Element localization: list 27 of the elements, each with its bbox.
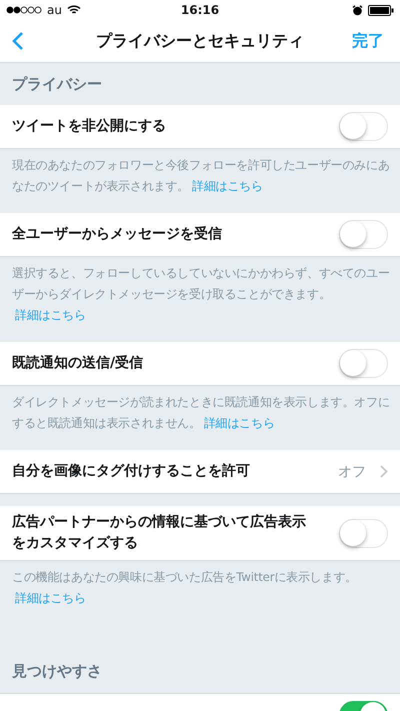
learn-more-link[interactable]: 詳細はこちら: [15, 308, 86, 322]
setting-description: この機能はあなたの興味に基づいた広告をTwitterに表示します。 詳細はこちら: [12, 569, 358, 607]
chevron-icon: [380, 465, 388, 478]
learn-more-link[interactable]: 詳細はこちら: [192, 179, 263, 193]
learn-more-link[interactable]: 詳細はこちら: [15, 591, 86, 605]
wifi-icon: [66, 5, 81, 15]
section-header: 見つけやすさ: [12, 662, 102, 681]
learn-more-link[interactable]: 詳細はこちら: [204, 416, 275, 430]
section-header: プライバシー: [12, 74, 102, 94]
setting-label: 広告パートナーからの情報に基づいて広告表示をカスタマイズする: [12, 512, 307, 553]
setting-description: 選択すると、フォローしているしていないにかかわらず、すべてのユーザーからダイレクトメッセージを受け取ることができます。 詳細はこちら: [12, 265, 391, 324]
signal-icon: [6, 6, 42, 14]
setting-label: 全ユーザーからメッセージを受信: [12, 225, 223, 244]
screen-title: プライバシーとセキュリティ: [96, 30, 304, 52]
clock-time: 16:16: [180, 3, 220, 17]
alarm-icon: [352, 4, 363, 16]
setting-label: 自分を画像にタグ付けすることを許可: [12, 462, 251, 481]
back-icon: [12, 31, 24, 51]
setting-label: 既読通知の送信/受信: [12, 354, 144, 373]
setting-label: ツイートを非公開にする: [12, 117, 167, 136]
setting-value: オフ: [338, 462, 366, 480]
setting-row[interactable]: 自分を画像にタグ付けすることを許可 オフ: [0, 450, 400, 494]
carrier-name: au: [47, 3, 62, 17]
done-button[interactable]: 完了: [346, 26, 390, 56]
setting-description: ダイレクトメッセージが読まれたときに既読通知を表示します。オフにすると既読通知は表示されません。 詳細はこちら: [12, 394, 391, 432]
battery-icon: [368, 4, 394, 16]
setting-description: 現在のあなたのフォロワーと今後フォローを許可したユーザーのみにあなたのツイートが表示されます。 詳細はこちら: [12, 157, 391, 195]
